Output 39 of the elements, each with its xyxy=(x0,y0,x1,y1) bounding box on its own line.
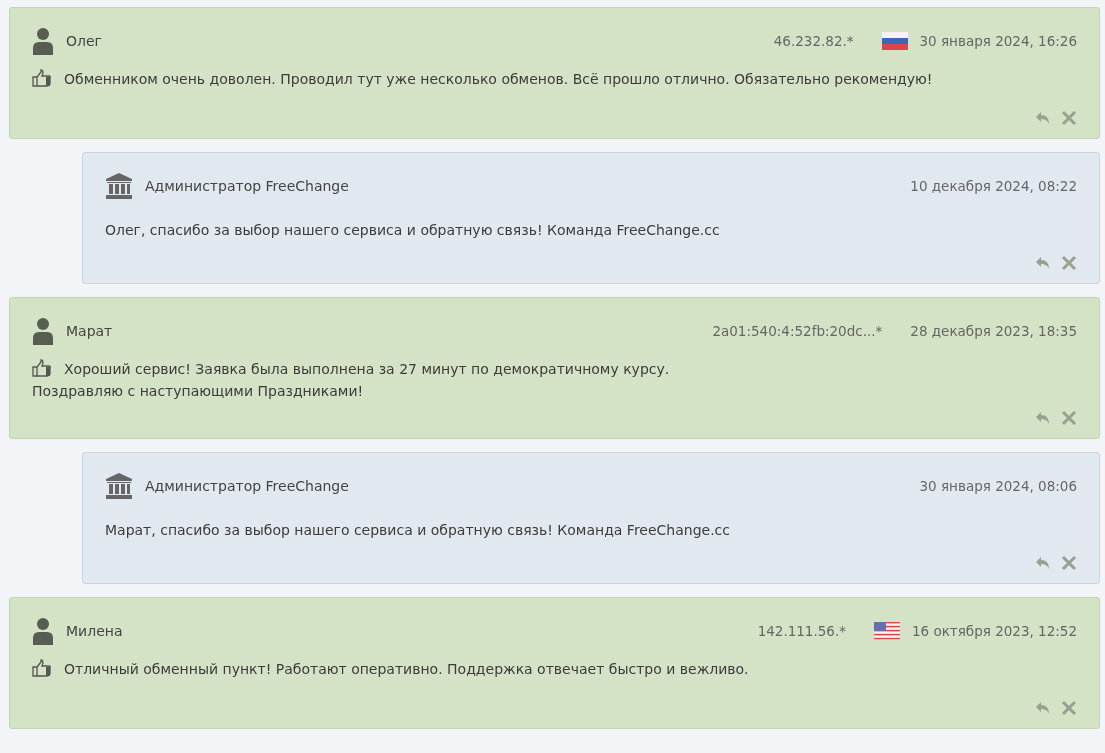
author-name: Милена xyxy=(66,623,123,639)
comment-date: 10 декабря 2024, 08:22 xyxy=(910,178,1077,194)
bank-icon xyxy=(105,472,133,500)
review-text: Поздравляю с наступающими Праздниками! xyxy=(32,383,364,399)
author-name: Администратор FreeChange xyxy=(145,478,349,494)
close-icon[interactable] xyxy=(1061,555,1077,571)
user-icon xyxy=(32,27,54,55)
close-icon[interactable] xyxy=(1061,110,1077,126)
thumbs-up-icon xyxy=(32,359,52,377)
user-icon xyxy=(32,617,54,645)
user-icon xyxy=(32,317,54,345)
ip-address: 142.111.56.* xyxy=(757,623,846,639)
bank-icon xyxy=(105,172,133,200)
reply-icon[interactable] xyxy=(1035,700,1051,716)
author-name: Олег xyxy=(66,33,102,49)
thumbs-up-icon xyxy=(32,69,52,87)
author-name: Администратор FreeChange xyxy=(145,178,349,194)
reply-text: Марат, спасибо за выбор нашего сервиса и обратную связь! Команда FreeChange.cc xyxy=(105,521,731,540)
ip-address: 2a01:540:4:52fb:20dc...* xyxy=(712,323,883,339)
reply-icon[interactable] xyxy=(1035,555,1051,571)
review-text: Отличный обменный пункт! Работают оперативно. Поддержка отвечает быстро и вежливо. xyxy=(64,661,749,677)
author-name: Марат xyxy=(66,323,113,339)
review-text: Хороший сервис! Заявка была выполнена за 27 минут по демократичному курсу. xyxy=(64,361,670,377)
comment-date: 28 декабря 2023, 18:35 xyxy=(910,323,1077,339)
close-icon[interactable] xyxy=(1061,255,1077,271)
flag-icon xyxy=(881,32,908,50)
reply-icon[interactable] xyxy=(1035,255,1051,271)
review-text: Обменником очень доволен. Проводил тут уже несколько обменов. Всё прошло отлично. Обязательно рекомендую! xyxy=(64,71,933,87)
reply-text: Олег, спасибо за выбор нашего сервиса и обратную связь! Команда FreeChange.cc xyxy=(105,221,721,240)
close-icon[interactable] xyxy=(1061,700,1077,716)
thumbs-up-icon xyxy=(32,659,52,677)
ip-address: 46.232.82.* xyxy=(773,33,854,49)
comment-date: 30 января 2024, 16:26 xyxy=(919,33,1077,49)
comment-date: 30 января 2024, 08:06 xyxy=(919,478,1077,494)
close-icon[interactable] xyxy=(1061,410,1077,426)
reply-icon[interactable] xyxy=(1035,410,1051,426)
reply-icon[interactable] xyxy=(1035,110,1051,126)
flag-icon xyxy=(873,622,900,640)
comment-date: 16 октября 2023, 12:52 xyxy=(911,623,1077,639)
